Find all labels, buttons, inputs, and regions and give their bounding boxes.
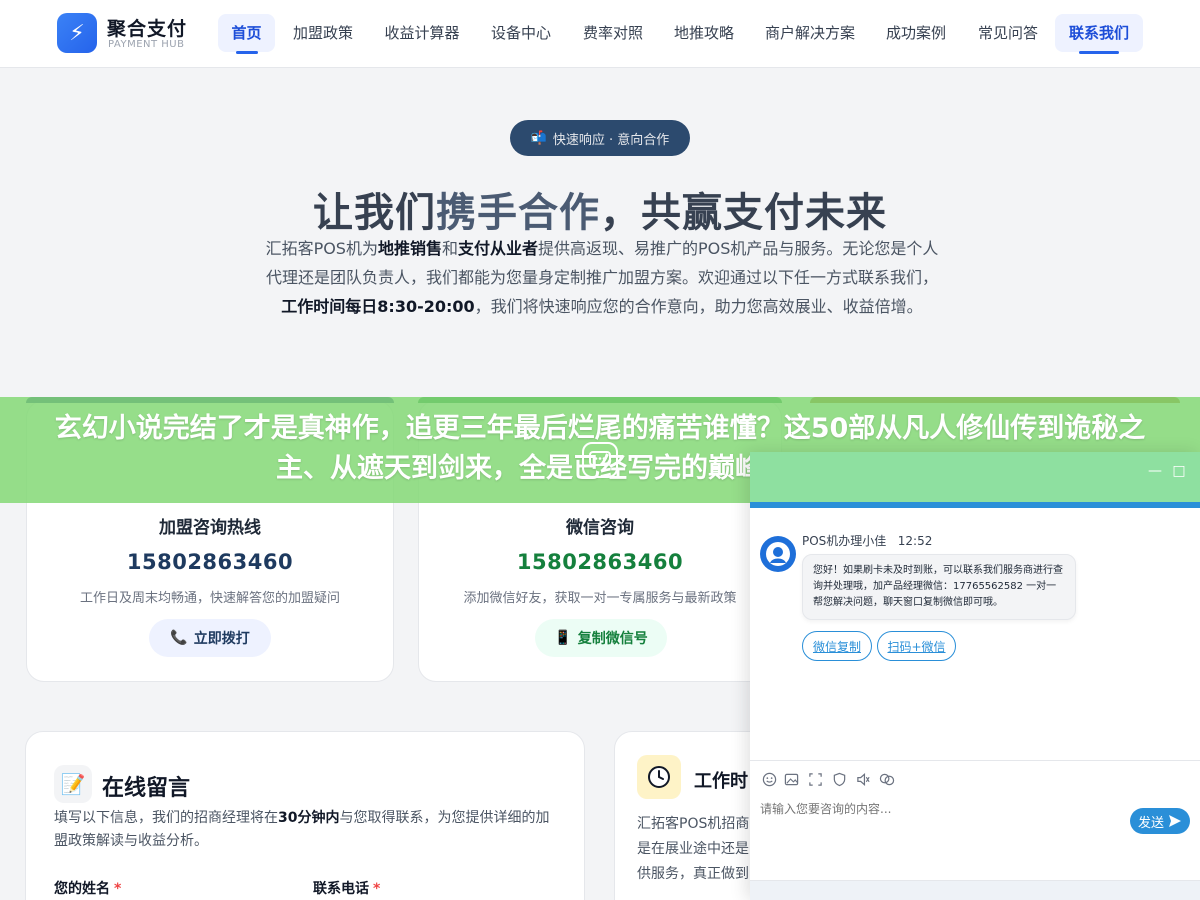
nav-item-rate-compare[interactable]: 费率对照 — [578, 14, 648, 52]
hero-title: 让我们携手合作，共赢支付未来 — [0, 180, 1200, 238]
memo-icon: 📝 — [54, 765, 92, 803]
name-field-label: 您的姓名 * — [54, 878, 121, 898]
hero-title-highlight: 携手合作 — [436, 190, 600, 236]
online-message-desc-bold: 30分钟内 — [278, 810, 340, 826]
call-now-label: 立即拨打 — [193, 631, 250, 647]
hero-desc-bold: 工作时间每日8:30-20:00 — [281, 297, 475, 316]
work-hours-title: 工作时 — [694, 771, 748, 792]
brand-title[interactable]: 聚合支付 — [107, 14, 187, 41]
volume-icon[interactable] — [854, 770, 872, 788]
copy-wechat-button[interactable]: 📱 复制微信号 — [535, 619, 667, 657]
name-label-text: 您的姓名 — [54, 881, 110, 897]
image-icon[interactable] — [782, 770, 800, 788]
phone-icon: 📞 — [170, 630, 188, 646]
mobile-icon: 📱 — [554, 630, 572, 646]
hero-desc-text: ，我们将快速响应您的合作意向，助力您高效展业、收益倍增。 — [474, 297, 923, 316]
message-time: 12:52 — [897, 534, 933, 548]
agent-name-line: POS机办理小佳 12:52 — [802, 532, 932, 549]
agent-name: POS机办理小佳 — [802, 534, 887, 548]
call-now-button[interactable]: 📞 立即拨打 — [149, 619, 271, 657]
minimize-icon[interactable]: — — [1146, 462, 1164, 480]
hotline-phone[interactable]: 15802863460 — [27, 550, 393, 574]
scan-wechat-chip[interactable]: 扫码+微信 — [877, 631, 956, 661]
nav-item-home[interactable]: 首页 — [218, 14, 275, 54]
hotline-note: 工作日及周末均畅通，快速解答您的加盟疑问 — [79, 591, 340, 606]
history-icon[interactable] — [878, 770, 896, 788]
crop-icon[interactable] — [806, 770, 824, 788]
nav-item-success-cases[interactable]: 成功案例 — [881, 14, 951, 52]
hero-desc-bold: 支付从业者 — [458, 239, 539, 258]
required-mark: * — [114, 881, 122, 897]
chat-widget: — □ POS机办理小佳 12:52 您好！如果刷卡未及时到账，可以联系我们服务… — [750, 452, 1200, 900]
nav-item-faq[interactable]: 常见问答 — [973, 14, 1043, 52]
chat-header[interactable] — [750, 452, 1200, 508]
wechat-card-title: 微信咨询 — [566, 518, 634, 538]
phone-field-label: 联系电话 * — [313, 878, 380, 898]
hotline-card-title: 加盟咨询热线 — [159, 518, 261, 538]
agent-avatar — [760, 536, 796, 572]
online-message-desc-text: 填写以下信息，我们的招商经理将在 — [54, 810, 278, 826]
send-icon — [1169, 815, 1181, 827]
nav-item-contact[interactable]: 联系我们 — [1055, 14, 1143, 54]
nav-item-franchise-policy[interactable]: 加盟政策 — [288, 14, 358, 52]
send-label: 发送 — [1137, 815, 1164, 831]
copy-wechat-label: 复制微信号 — [577, 631, 648, 647]
phone-label-text: 联系电话 — [313, 881, 369, 897]
hero-title-part: 让我们 — [313, 190, 436, 236]
maximize-icon[interactable]: □ — [1170, 462, 1188, 480]
hero-desc-text: 和 — [441, 239, 458, 258]
nav-item-merchant-solutions[interactable]: 商户解决方案 — [760, 14, 860, 52]
send-button[interactable]: 发送 — [1130, 808, 1190, 834]
hero-badge-text: 快速响应 · 意向合作 — [552, 132, 670, 148]
shield-icon[interactable] — [830, 770, 848, 788]
chat-footer — [750, 880, 1200, 900]
brand-subtitle: PAYMENT HUB — [108, 39, 185, 50]
hero-desc-text: 汇拓客POS机为 — [265, 239, 378, 258]
chat-message-input[interactable] — [760, 798, 1120, 820]
nav-item-income-calculator[interactable]: 收益计算器 — [380, 14, 464, 52]
chat-header-bar — [750, 502, 1200, 508]
clock-icon — [637, 755, 681, 799]
hero-desc-bold: 地推销售 — [377, 239, 442, 258]
top-navbar: ⚡ 聚合支付 PAYMENT HUB 首页 加盟政策 收益计算器 设备中心 费率… — [0, 0, 1200, 68]
mailbox-icon: 📬 — [530, 130, 547, 146]
required-mark: * — [373, 881, 381, 897]
hero-title-part: ，共赢支付未来 — [600, 190, 887, 236]
smile-icon[interactable] — [760, 770, 778, 788]
online-message-card: 📝 在线留言 填写以下信息，我们的招商经理将在30分钟内与您取得联系，为您提供详… — [25, 731, 585, 900]
wechat-id[interactable]: 15802863460 — [419, 550, 781, 574]
chat-bubble-icon — [582, 442, 618, 478]
logo-icon[interactable]: ⚡ — [57, 13, 97, 53]
agent-message-bubble: 您好！如果刷卡未及时到账，可以联系我们服务商进行查询并处理哦，加产品经理微信：1… — [802, 554, 1076, 620]
nav-item-promotion-guide[interactable]: 地推攻略 — [669, 14, 739, 52]
hero-badge: 📬 快速响应 · 意向合作 — [510, 120, 690, 156]
hero-description: 汇拓客POS机为地推销售和支付从业者提供高返现、易推广的POS机产品与服务。无论… — [262, 234, 942, 321]
nav-item-device-center[interactable]: 设备中心 — [486, 14, 556, 52]
online-message-desc: 填写以下信息，我们的招商经理将在30分钟内与您取得联系，为您提供详细的加盟政策解… — [54, 807, 554, 853]
online-message-title: 在线留言 — [102, 776, 191, 801]
chat-divider — [750, 760, 1200, 761]
wechat-note: 添加微信好友，获取一对一专属服务与最新政策 — [463, 591, 737, 606]
copy-wechat-chip[interactable]: 微信复制 — [802, 631, 872, 661]
